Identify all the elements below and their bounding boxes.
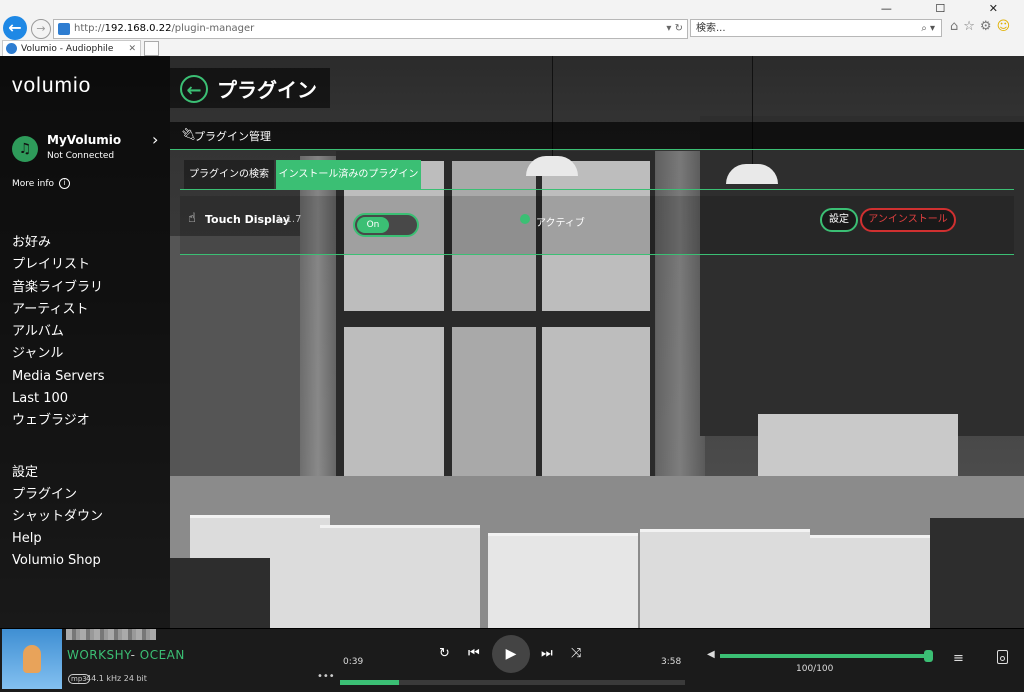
more-options-icon[interactable]: •••	[317, 671, 335, 682]
back-arrow-icon[interactable]: ←	[180, 75, 208, 103]
scene-record	[488, 533, 638, 628]
chevron-right-icon[interactable]: ›	[152, 130, 158, 149]
sidebar-item-shop[interactable]: Volumio Shop	[12, 550, 103, 572]
info-icon: i	[59, 178, 71, 189]
hand-pointer-icon: ☝	[188, 211, 196, 226]
track-separator: -	[130, 648, 136, 662]
sidebar-item-plugins[interactable]: プラグイン	[12, 484, 103, 506]
myvolumio-status: Not Connected	[47, 151, 115, 161]
smiley-icon[interactable]: ☺	[997, 19, 1016, 34]
search-icon[interactable]: ⌕ ▾	[921, 20, 935, 38]
sidebar-item-favourites[interactable]: お好み	[12, 232, 105, 254]
sidebar-item-playlists[interactable]: プレイリスト	[12, 254, 105, 276]
scene-record	[930, 518, 1024, 628]
gear-icon[interactable]: ⚙	[980, 19, 997, 34]
browser-chrome: ← → http://192.168.0.22/plugin-manager ▾…	[0, 0, 1024, 70]
sidebar-item-genres[interactable]: ジャンル	[12, 343, 105, 365]
plugin-manager-label: プラグイン管理	[194, 130, 271, 143]
page-title: プラグイン	[217, 78, 317, 102]
search-placeholder: 検索...	[696, 23, 726, 34]
sidebar-item-web-radio[interactable]: ウェブラジオ	[12, 410, 105, 432]
sidebar-item-shutdown[interactable]: シャットダウン	[12, 506, 103, 528]
scene-pane	[542, 327, 650, 487]
settings-button[interactable]: 設定	[820, 208, 858, 232]
track-artist: WORKSHY	[67, 648, 131, 662]
back-arrow-icon[interactable]: ←	[3, 16, 27, 40]
album-art-figure	[23, 645, 41, 673]
page-favicon-icon	[58, 23, 70, 35]
sidebar-item-last-100[interactable]: Last 100	[12, 388, 105, 410]
shuffle-icon[interactable]: ⤨	[571, 646, 581, 661]
status-dot-icon	[520, 214, 530, 224]
star-icon[interactable]: ☆	[963, 19, 980, 34]
track-album: OCEAN	[139, 648, 185, 662]
url-prefix: http://	[74, 23, 105, 34]
more-info-link[interactable]: More info i	[12, 178, 71, 189]
scene-record	[320, 525, 480, 628]
volume-fill	[720, 654, 928, 658]
music-note-icon[interactable]: ♫	[12, 136, 38, 162]
address-bar[interactable]: http://192.168.0.22/plugin-manager ▾ ↻	[53, 19, 688, 39]
tab-search-plugins[interactable]: プラグインの検索	[184, 160, 274, 189]
sidebar-item-media-servers[interactable]: Media Servers	[12, 366, 105, 388]
home-icon[interactable]: ⌂	[950, 19, 963, 34]
scene-boxes	[758, 414, 958, 476]
scene-pane	[344, 327, 444, 487]
url-path: /plugin-manager	[171, 23, 255, 34]
plugin-manager-bar	[170, 122, 1024, 150]
window-controls[interactable]: — ☐ ✕	[881, 2, 1018, 15]
browser-tab[interactable]: Volumio - Audiophile Musi... ✕	[2, 40, 141, 70]
plugin-status: アクティブ	[536, 218, 585, 229]
next-track-icon[interactable]: ⏭	[541, 646, 553, 661]
sidebar-item-music-library[interactable]: 音楽ライブラリ	[12, 277, 105, 299]
volumio-logo[interactable]: volumio	[12, 74, 91, 98]
uninstall-button[interactable]: アンインストール	[860, 208, 956, 232]
myvolumio-name[interactable]: MyVolumio	[47, 133, 121, 147]
toolbar-icons: ⌂☆⚙☺	[950, 19, 1015, 34]
new-tab-button[interactable]	[144, 41, 159, 56]
sidebar-menu: お好み プレイリスト 音楽ライブラリ アーティスト アルバム ジャンル Medi…	[12, 232, 105, 433]
time-total: 3:58	[661, 657, 682, 667]
address-controls[interactable]: ▾ ↻	[666, 20, 683, 38]
repeat-icon[interactable]: ↻	[439, 646, 450, 661]
time-current: 0:39	[343, 657, 364, 667]
volume-value: 100/100	[796, 664, 834, 674]
url-host: 192.168.0.22	[104, 23, 172, 34]
seek-bar-fill	[340, 680, 399, 685]
close-tab-icon[interactable]: ✕	[128, 41, 136, 57]
scene-record-crates	[170, 476, 1024, 628]
toggle-label: On	[357, 217, 389, 233]
redacted-track-title	[66, 629, 156, 640]
scene-pane	[452, 327, 536, 487]
play-button[interactable]: ▶	[492, 635, 530, 673]
queue-icon[interactable]: ≡	[953, 651, 964, 666]
scene-record	[640, 529, 810, 628]
scene-wall	[170, 236, 300, 486]
previous-track-icon[interactable]: ⏮	[468, 646, 480, 661]
audio-quality: 44.1 kHz 24 bit	[86, 674, 147, 683]
plugin-enable-toggle[interactable]: On	[353, 213, 419, 237]
sidebar-menu-system: 設定 プラグイン シャットダウン Help Volumio Shop	[12, 462, 103, 572]
tab-installed-plugins[interactable]: インストール済みのプラグイン	[276, 160, 421, 189]
tab-favicon-icon	[6, 43, 17, 54]
sidebar: volumio ♫ MyVolumio Not Connected › More…	[0, 56, 170, 628]
scene-record	[170, 558, 270, 628]
sidebar-item-help[interactable]: Help	[12, 528, 103, 550]
speaker-icon[interactable]	[997, 650, 1008, 664]
volume-slider[interactable]	[720, 654, 928, 658]
sidebar-item-albums[interactable]: アルバム	[12, 321, 105, 343]
plugin-version: 1.1.7	[276, 214, 302, 225]
browser-search-input[interactable]: 検索... ⌕ ▾	[690, 19, 942, 37]
sidebar-item-settings[interactable]: 設定	[12, 462, 103, 484]
more-info-label: More info	[12, 179, 55, 189]
volume-icon[interactable]: ◀	[707, 649, 715, 660]
seek-bar[interactable]	[340, 680, 685, 685]
forward-arrow-icon[interactable]: →	[31, 19, 51, 39]
volume-knob[interactable]	[924, 650, 933, 662]
album-art[interactable]	[2, 629, 62, 689]
track-artist-album[interactable]: WORKSHY- OCEAN	[67, 648, 185, 662]
sidebar-item-artists[interactable]: アーティスト	[12, 299, 105, 321]
